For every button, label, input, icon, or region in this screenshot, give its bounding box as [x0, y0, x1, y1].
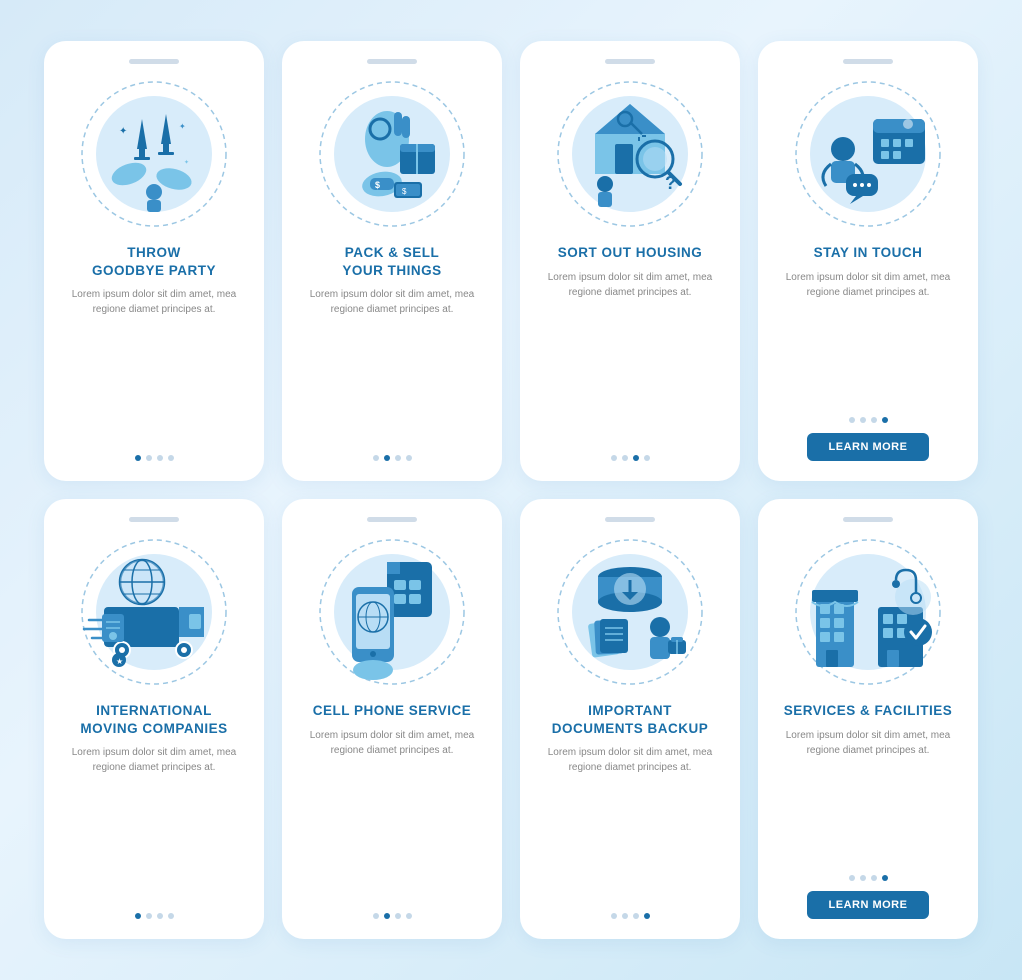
dot-2	[146, 455, 152, 461]
card-pack-sell: $ $ PACK & SELLYOUR THINGS Lorem ipsum d…	[282, 41, 502, 481]
card-notch	[367, 517, 417, 522]
dot-2	[860, 875, 866, 881]
learn-more-button[interactable]: LEARN MORE	[807, 433, 930, 461]
dot-4	[168, 455, 174, 461]
dot-4	[406, 913, 412, 919]
dot-3	[633, 455, 639, 461]
card-body: Lorem ipsum dolor sit dim amet, mea regi…	[60, 287, 248, 445]
dot-4	[406, 455, 412, 461]
dot-2	[146, 913, 152, 919]
card-title: STAY IN TOUCH	[814, 244, 923, 262]
card-body: Lorem ipsum dolor sit dim amet, mea regi…	[298, 287, 486, 445]
dot-4	[168, 913, 174, 919]
dot-1	[373, 913, 379, 919]
card-notch	[605, 517, 655, 522]
card-international-moving: ★ INTERNATIONALMOVING COMPANIES Lorem ip…	[44, 499, 264, 939]
card-title: CELL PHONE SERVICE	[313, 702, 472, 720]
pagination-dots	[135, 455, 174, 461]
pagination-dots	[611, 455, 650, 461]
dot-4	[882, 417, 888, 423]
dot-2	[384, 913, 390, 919]
card-notch	[843, 59, 893, 64]
card-body: Lorem ipsum dolor sit dim amet, mea regi…	[774, 270, 962, 407]
dot-1	[849, 875, 855, 881]
dot-2	[622, 455, 628, 461]
card-grid: ✦ ✦ ✦ THROWGOODBYE PARTY Lorem ipsum dol…	[14, 11, 1008, 969]
card-notch	[605, 59, 655, 64]
svg-text:?: ?	[665, 173, 676, 193]
touch-illustration	[788, 74, 948, 234]
dot-3	[395, 913, 401, 919]
card-title: SERVICES & FACILITIES	[784, 702, 953, 720]
dot-3	[157, 913, 163, 919]
pagination-dots	[849, 875, 888, 881]
card-title: PACK & SELLYOUR THINGS	[342, 244, 441, 279]
dot-1	[135, 913, 141, 919]
card-services-facilities: SERVICES & FACILITIES Lorem ipsum dolor …	[758, 499, 978, 939]
dot-2	[384, 455, 390, 461]
phone-illustration	[312, 532, 472, 692]
dot-3	[871, 875, 877, 881]
svg-text:✦: ✦	[184, 159, 189, 166]
pagination-dots	[611, 913, 650, 919]
dot-3	[395, 455, 401, 461]
card-body: Lorem ipsum dolor sit dim amet, mea regi…	[536, 270, 724, 445]
svg-text:✦: ✦	[179, 122, 186, 131]
facilities-illustration	[788, 532, 948, 692]
card-body: Lorem ipsum dolor sit dim amet, mea regi…	[60, 745, 248, 903]
card-throw-goodbye-party: ✦ ✦ ✦ THROWGOODBYE PARTY Lorem ipsum dol…	[44, 41, 264, 481]
pagination-dots	[373, 913, 412, 919]
dot-4	[644, 913, 650, 919]
card-title: INTERNATIONALMOVING COMPANIES	[80, 702, 227, 737]
card-body: Lorem ipsum dolor sit dim amet, mea regi…	[298, 728, 486, 903]
card-cell-phone: CELL PHONE SERVICE Lorem ipsum dolor sit…	[282, 499, 502, 939]
dot-3	[157, 455, 163, 461]
card-stay-touch: STAY IN TOUCH Lorem ipsum dolor sit dim …	[758, 41, 978, 481]
dot-4	[882, 875, 888, 881]
card-title: IMPORTANTDOCUMENTS BACKUP	[552, 702, 709, 737]
pagination-dots	[373, 455, 412, 461]
dot-2	[622, 913, 628, 919]
card-notch	[129, 59, 179, 64]
moving-illustration: ★	[74, 532, 234, 692]
card-title: THROWGOODBYE PARTY	[92, 244, 216, 279]
svg-text:✦: ✦	[119, 126, 127, 137]
documents-illustration	[550, 532, 710, 692]
party-illustration: ✦ ✦ ✦	[74, 74, 234, 234]
card-title: SORT OUT HOUSING	[558, 244, 703, 262]
dot-1	[135, 455, 141, 461]
card-notch	[843, 517, 893, 522]
card-sort-housing: ? SORT OUT HOUSING Lorem ipsum dolor sit…	[520, 41, 740, 481]
dot-1	[373, 455, 379, 461]
svg-text:$: $	[375, 180, 380, 190]
pack-illustration: $ $	[312, 74, 472, 234]
card-notch	[367, 59, 417, 64]
dot-1	[849, 417, 855, 423]
dot-1	[611, 913, 617, 919]
pagination-dots	[135, 913, 174, 919]
svg-text:★: ★	[116, 657, 123, 666]
dot-1	[611, 455, 617, 461]
card-body: Lorem ipsum dolor sit dim amet, mea regi…	[774, 728, 962, 865]
dot-4	[644, 455, 650, 461]
card-documents-backup: IMPORTANTDOCUMENTS BACKUP Lorem ipsum do…	[520, 499, 740, 939]
svg-text:$: $	[402, 187, 407, 196]
learn-more-button-2[interactable]: LEARN MORE	[807, 891, 930, 919]
card-notch	[129, 517, 179, 522]
housing-illustration: ?	[550, 74, 710, 234]
dot-3	[633, 913, 639, 919]
dot-2	[860, 417, 866, 423]
card-body: Lorem ipsum dolor sit dim amet, mea regi…	[536, 745, 724, 903]
dot-3	[871, 417, 877, 423]
pagination-dots	[849, 417, 888, 423]
